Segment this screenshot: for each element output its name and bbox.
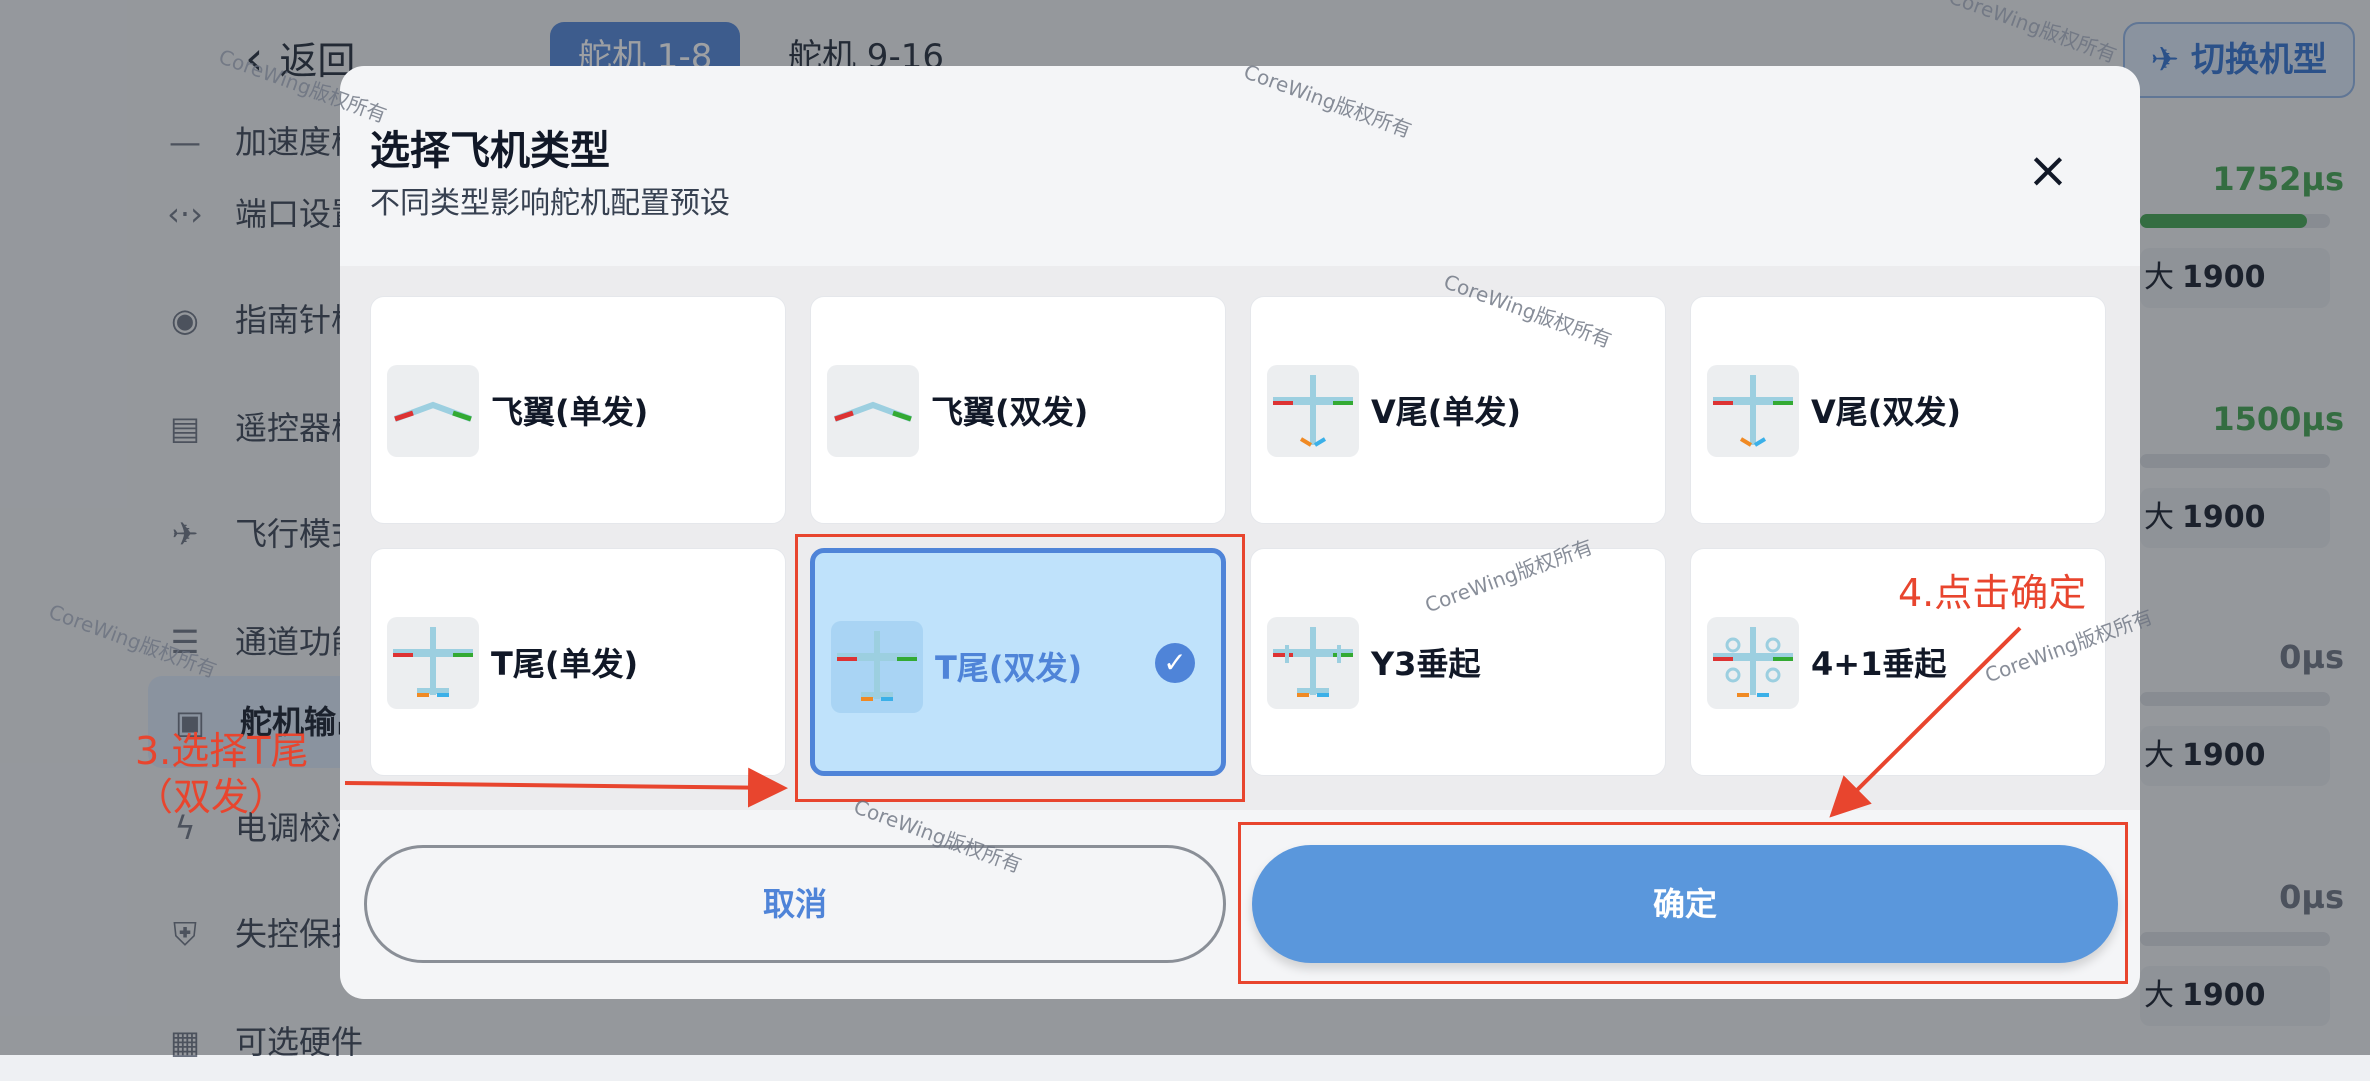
flying-wing-icon (387, 365, 479, 457)
close-icon[interactable]: × (2026, 145, 2070, 195)
cancel-button[interactable]: 取消 (364, 845, 1226, 963)
t-tail-plane-icon (387, 617, 479, 709)
annotation-highlight-t-tail-twin (795, 534, 1245, 802)
v-tail-plane-icon (1707, 365, 1799, 457)
dialog-header: 选择飞机类型 不同类型影响舵机配置预设 × (340, 66, 2140, 266)
type-card-flying-wing-twin[interactable]: 飞翼(双发) (810, 296, 1226, 524)
flying-wing-icon (827, 365, 919, 457)
dialog-subtitle: 不同类型影响舵机配置预设 (370, 186, 730, 221)
annotation-step4: 4.点击确定 (1898, 571, 2087, 615)
type-card-t-tail-single[interactable]: T尾(单发) (370, 548, 786, 776)
annotation-highlight-confirm (1238, 822, 2128, 984)
annotation-step3: 3.选择T尾（双发） (135, 729, 309, 819)
y3-vtol-icon (1267, 617, 1359, 709)
v-tail-plane-icon (1267, 365, 1359, 457)
type-card-flying-wing-single[interactable]: 飞翼(单发) (370, 296, 786, 524)
type-card-v-tail-twin[interactable]: V尾(双发) (1690, 296, 2106, 524)
dialog-title: 选择飞机类型 (370, 128, 610, 174)
quadplane-vtol-icon (1707, 617, 1799, 709)
